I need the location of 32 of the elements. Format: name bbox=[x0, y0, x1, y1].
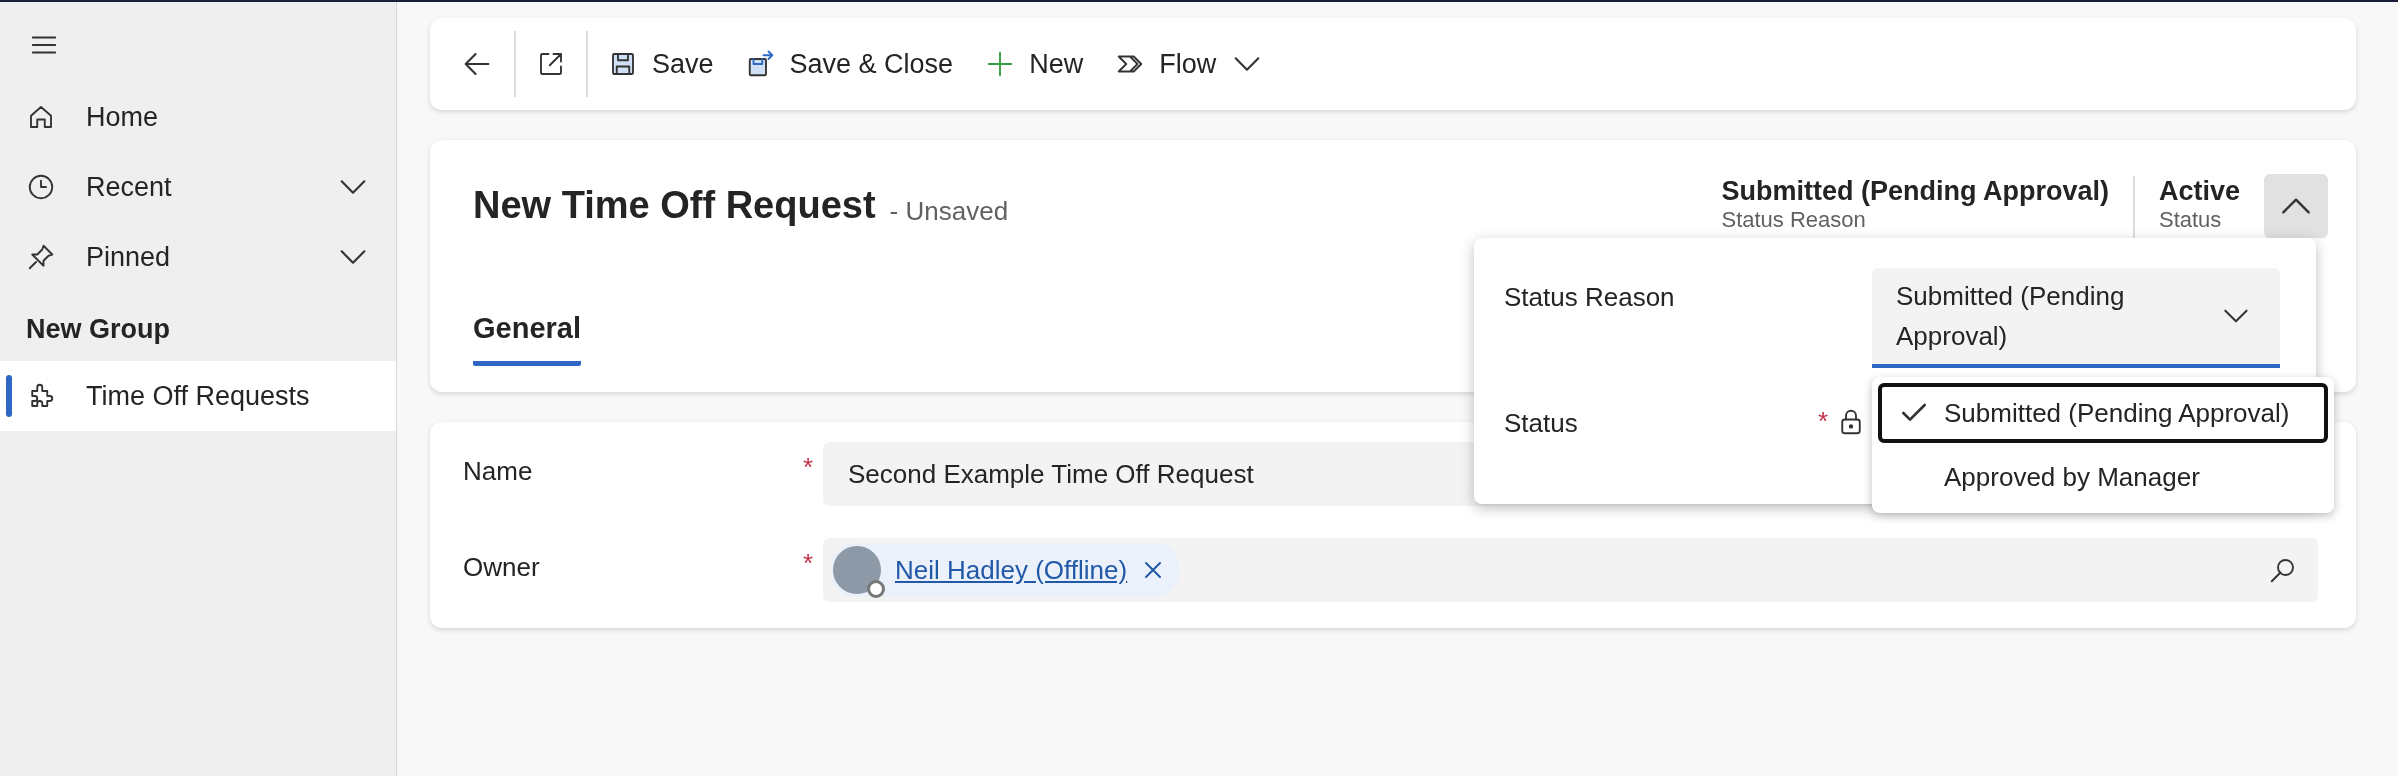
header-value: Submitted (Pending Approval) bbox=[1721, 176, 2109, 207]
nav-item[interactable]: Time Off Requests bbox=[0, 361, 396, 431]
group-title: New Group bbox=[25, 313, 171, 346]
field-label: Name bbox=[463, 455, 534, 487]
required-mark: * bbox=[1817, 406, 1828, 437]
toolbar-button[interactable]: New bbox=[969, 34, 1100, 94]
record-title: New Time Off Request bbox=[473, 184, 876, 227]
dropdown-option[interactable]: Submitted (Pending Approval) bbox=[1878, 383, 2328, 443]
pin-icon bbox=[26, 242, 56, 272]
field-label: Owner bbox=[463, 551, 541, 583]
selection-bar bbox=[6, 375, 12, 417]
field-label: Status Reason bbox=[1504, 281, 1676, 313]
header-value: Active bbox=[2158, 176, 2240, 207]
tab[interactable]: General bbox=[473, 300, 581, 366]
clock-icon bbox=[26, 172, 56, 202]
header-label: Status Reason bbox=[1721, 207, 1867, 233]
nav-item[interactable]: Home bbox=[0, 82, 396, 152]
required-mark: * bbox=[803, 547, 815, 579]
status-reason-select[interactable]: Submitted (Pending Approval) bbox=[1872, 268, 2280, 368]
header-label: Status bbox=[2158, 207, 2223, 233]
lookup-field[interactable]: Neil Hadley (Offline) bbox=[823, 538, 2318, 602]
nav-item[interactable]: Pinned bbox=[0, 222, 396, 292]
collapse-button[interactable] bbox=[2264, 174, 2328, 238]
toolbar-button[interactable]: Save bbox=[592, 34, 730, 94]
dropdown-option[interactable]: Approved by Manager bbox=[1878, 447, 2328, 507]
toolbar-button[interactable]: Flow bbox=[1099, 34, 1281, 94]
record-status: - Unsaved bbox=[889, 196, 1009, 227]
owner-link[interactable]: Neil Hadley (Offline) bbox=[895, 554, 1128, 586]
nav-item[interactable]: Recent bbox=[0, 152, 396, 222]
toolbar-button[interactable]: Save & Close bbox=[729, 34, 970, 94]
required-mark: * bbox=[803, 451, 815, 483]
field-label: Status bbox=[1504, 407, 1579, 439]
